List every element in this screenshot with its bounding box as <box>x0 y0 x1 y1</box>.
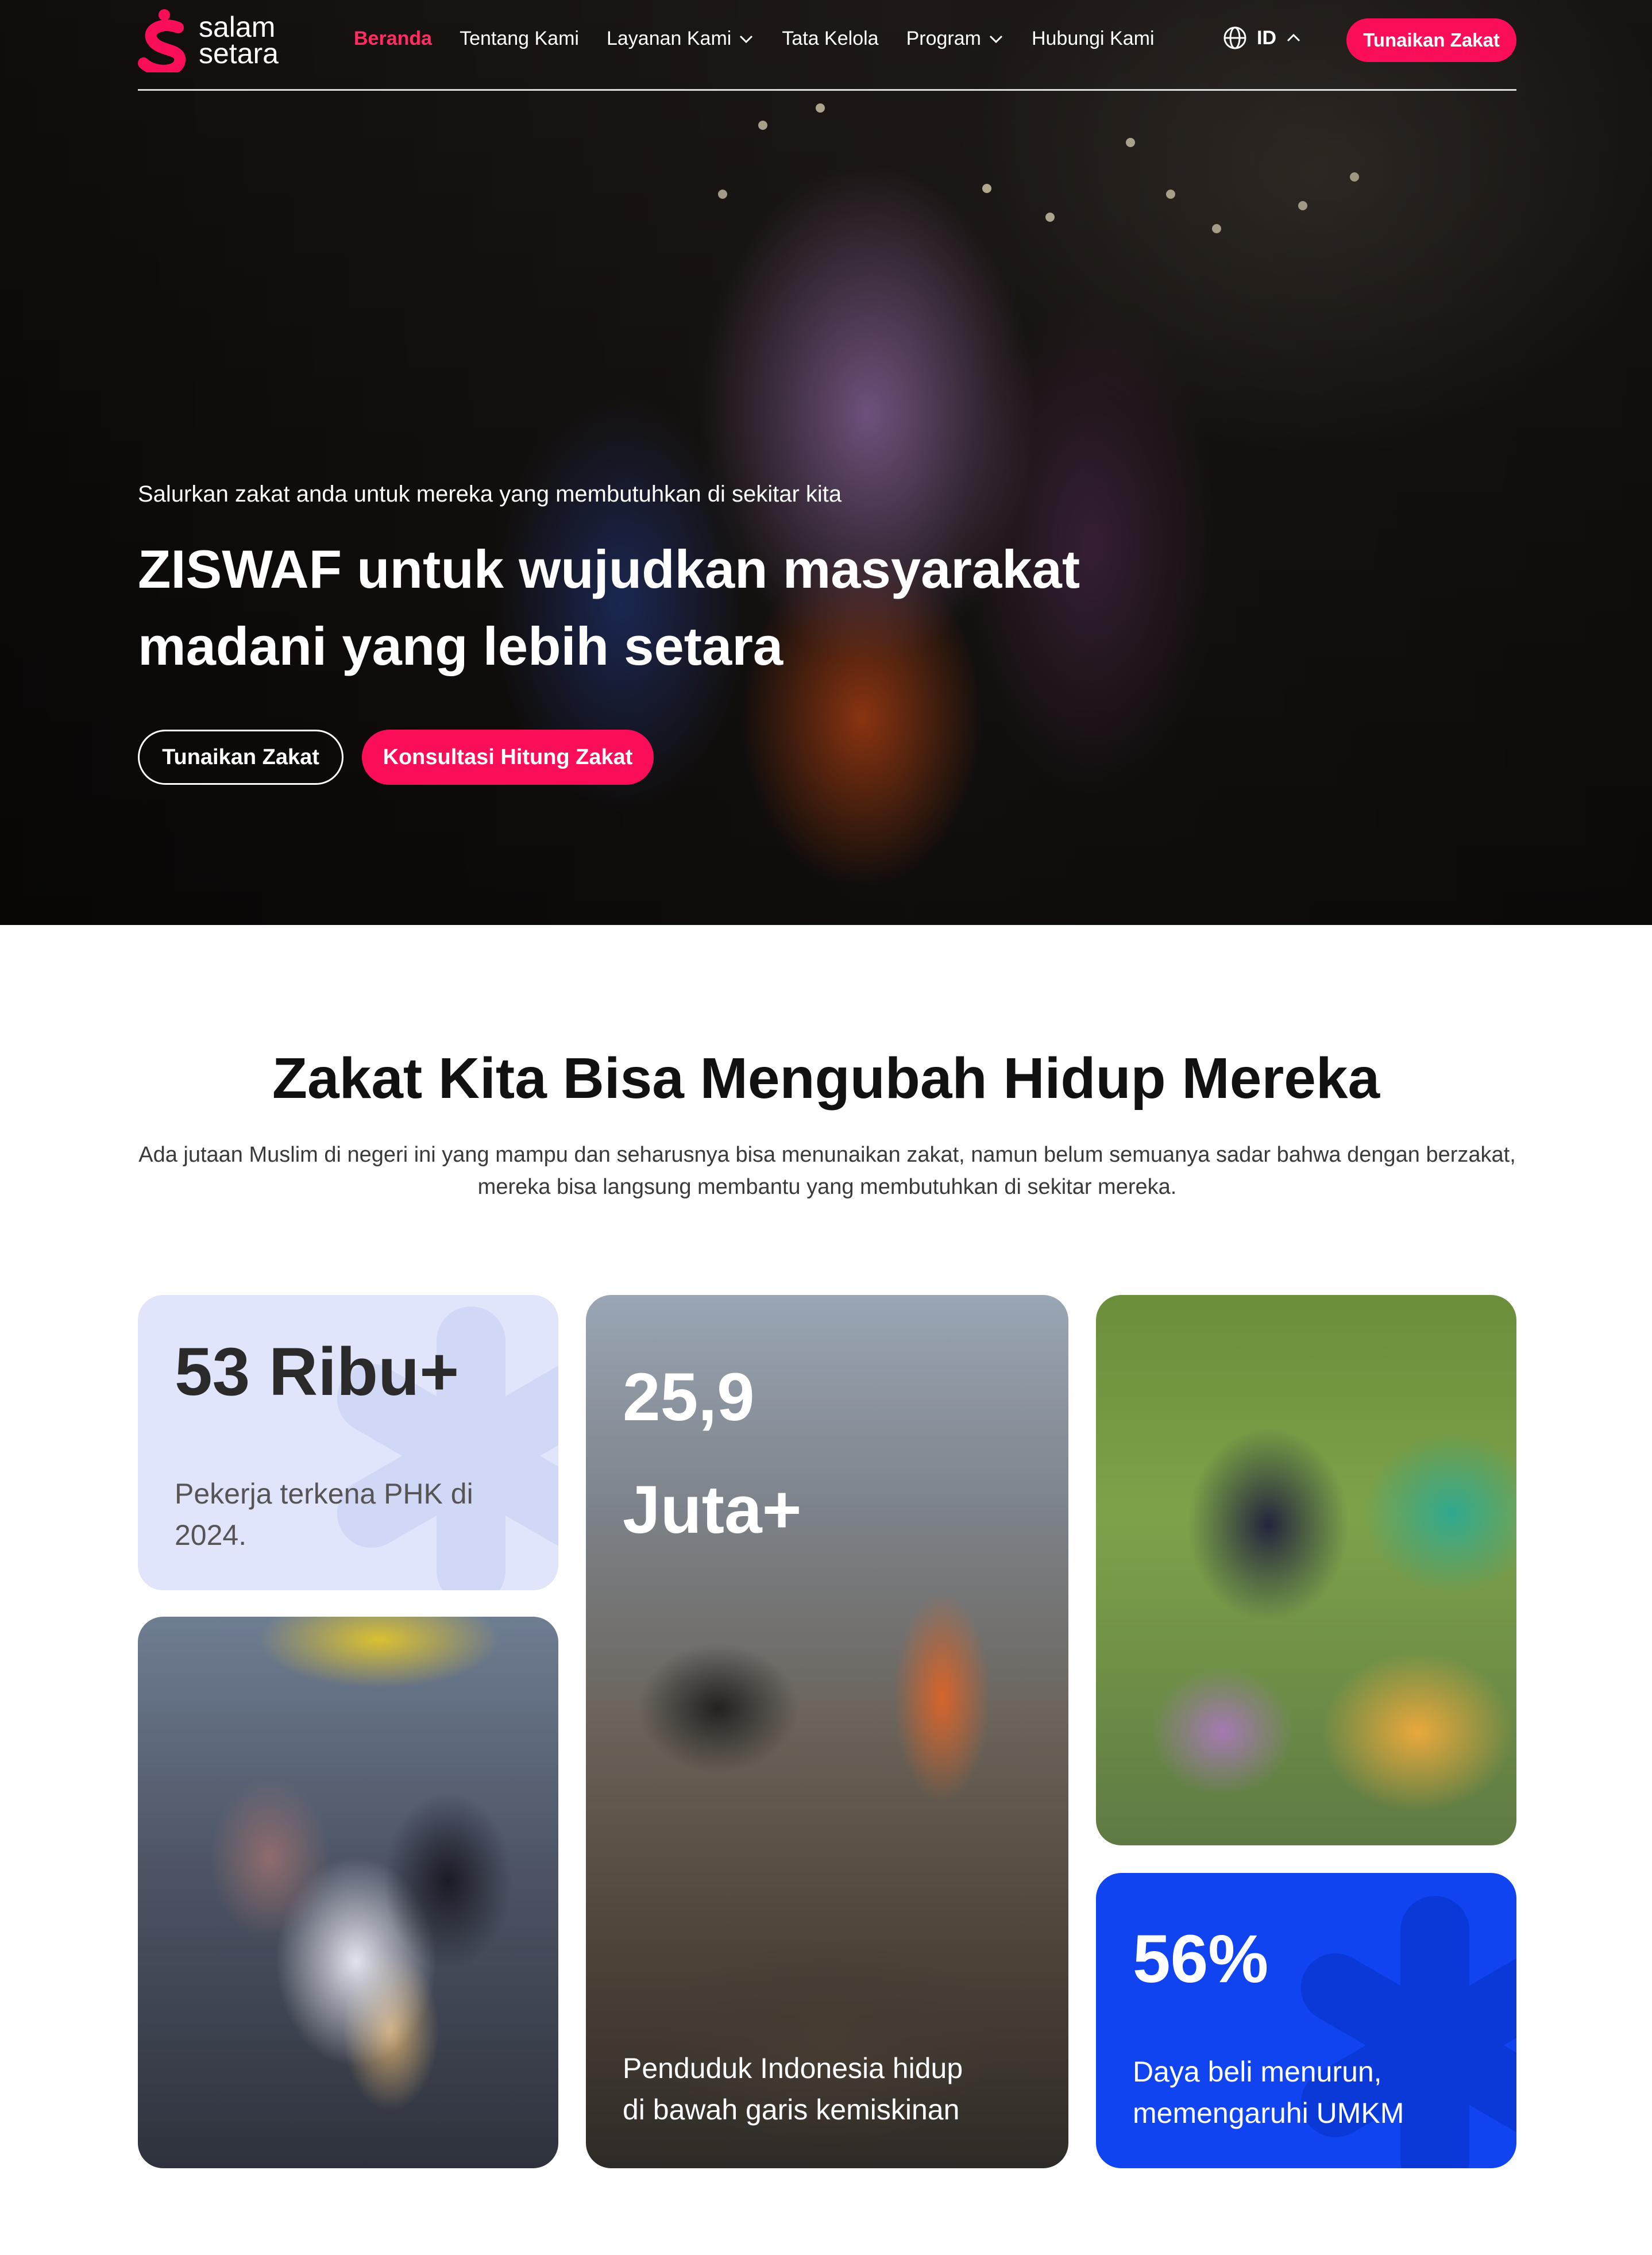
nav-item-tentang-kami[interactable]: Tentang Kami <box>460 28 579 50</box>
photo-umkm-seller <box>1096 1295 1516 1845</box>
stat-value: 56% <box>1133 1921 1269 1997</box>
nav-tunaikan-zakat-button[interactable]: Tunaikan Zakat <box>1346 18 1516 62</box>
logo-text-line2: setara <box>199 37 279 70</box>
chevron-down-icon <box>740 35 753 43</box>
chevron-down-icon <box>989 35 1003 43</box>
stat-label: Penduduk Indonesia hidup di bawah garis … <box>623 2052 963 2126</box>
hero-tunaikan-zakat-button[interactable]: Tunaikan Zakat <box>138 730 343 785</box>
language-selector[interactable]: ID <box>1222 25 1312 51</box>
globe-icon <box>1223 26 1246 49</box>
stat-value: 53 Ribu+ <box>175 1334 460 1410</box>
main-menu: Beranda Tentang Kami Layanan Kami Tata K… <box>354 28 1182 50</box>
section-description: Ada jutaan Muslim di negeri ini yang mam… <box>138 1143 1516 1199</box>
nav-item-beranda[interactable]: Beranda <box>354 28 432 50</box>
logo-icon <box>138 8 191 76</box>
logo[interactable]: salam setara <box>138 8 279 76</box>
stat-card-purchasing-power: 56% Daya beli menurun, memengaruhi UMKM <box>1096 1873 1516 2168</box>
chevron-up-icon <box>1287 33 1300 42</box>
hero-title: ZISWAF untuk wujudkan masyarakat madani … <box>138 539 1080 676</box>
hero-subtitle: Salurkan zakat anda untuk mereka yang me… <box>138 481 842 507</box>
nav-item-layanan-kami[interactable]: Layanan Kami <box>607 28 754 50</box>
stat-card-poverty: 25,9 Juta+ Penduduk Indonesia hidup di b… <box>586 1295 1068 2168</box>
nav-item-hubungi-kami[interactable]: Hubungi Kami <box>1032 28 1155 50</box>
photo-job-seekers <box>138 1617 558 2168</box>
nav-item-program[interactable]: Program <box>906 28 1004 50</box>
stat-label: Pekerja terkena PHK di 2024. <box>175 1478 473 1551</box>
stat-card-phk: 53 Ribu+ Pekerja terkena PHK di 2024. <box>138 1295 558 1590</box>
logo-text-line1: salam <box>199 11 276 43</box>
language-code: ID <box>1257 26 1276 49</box>
stat-value: 25,9 Juta+ <box>623 1359 802 1548</box>
nav-item-tata-kelola[interactable]: Tata Kelola <box>782 28 878 50</box>
top-navigation: salam setara Beranda Tentang Kami Layana… <box>138 0 1516 91</box>
stat-label: Daya beli menurun, memengaruhi UMKM <box>1133 2056 1404 2129</box>
hero-section: salam setara Beranda Tentang Kami Layana… <box>0 0 1652 925</box>
hero-konsultasi-button[interactable]: Konsultasi Hitung Zakat <box>362 730 654 785</box>
section-title: Zakat Kita Bisa Mengubah Hidup Mereka <box>272 1046 1380 1111</box>
